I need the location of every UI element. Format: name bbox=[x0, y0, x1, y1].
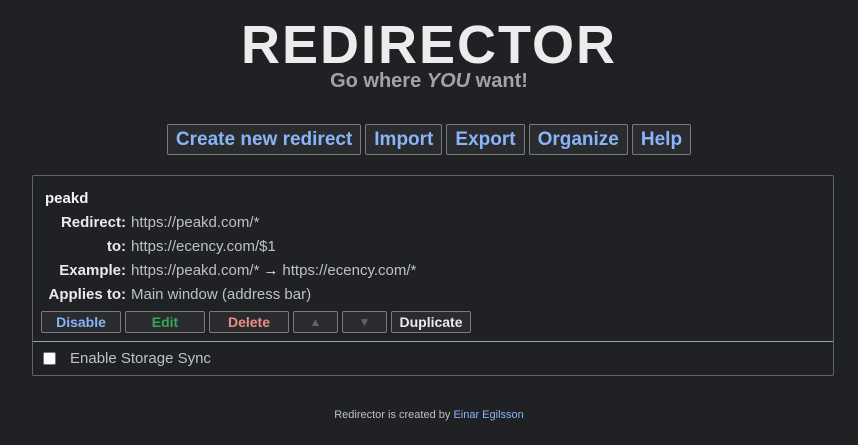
to-value: https://ecency.com/$1 bbox=[131, 238, 276, 255]
example-label: Example: bbox=[59, 262, 126, 279]
footer-text: Redirector is created by bbox=[334, 409, 454, 421]
chevron-up-icon: ▲ bbox=[309, 315, 322, 329]
applies-label: Applies to: bbox=[48, 286, 127, 303]
move-down-button[interactable]: ▼ bbox=[342, 311, 387, 333]
storage-sync-checkbox[interactable] bbox=[43, 352, 56, 365]
example-to: https://ecency.com/* bbox=[282, 262, 417, 279]
right-arrow-icon: → bbox=[263, 262, 279, 279]
storage-sync-label: Enable Storage Sync bbox=[70, 350, 211, 367]
delete-button[interactable]: Delete bbox=[209, 311, 289, 333]
author-link[interactable]: Einar Egilsson bbox=[453, 409, 523, 421]
redirect-value: https://peakd.com/* bbox=[131, 214, 260, 231]
tagline-pre: Go where bbox=[330, 70, 427, 92]
edit-button[interactable]: Edit bbox=[125, 311, 205, 333]
duplicate-button[interactable]: Duplicate bbox=[391, 311, 471, 333]
tagline: Go where YOU want! bbox=[0, 70, 858, 93]
applies-value: Main window (address bar) bbox=[131, 286, 312, 303]
redirect-label: Redirect: bbox=[60, 214, 126, 231]
example-value: https://peakd.com/* → https://ecency.com/* bbox=[131, 262, 416, 279]
redirect-actions: Disable Edit Delete ▲ ▼ Duplicate bbox=[41, 311, 471, 333]
create-new-redirect-button[interactable]: Create new redirect bbox=[166, 124, 362, 155]
storage-sync-option[interactable]: Enable Storage Sync bbox=[43, 350, 211, 367]
chevron-down-icon: ▼ bbox=[358, 315, 371, 329]
example-from: https://peakd.com/* bbox=[131, 262, 260, 279]
export-button[interactable]: Export bbox=[446, 124, 525, 155]
redirect-item: peakd Redirect: https://peakd.com/* to: … bbox=[33, 176, 833, 342]
import-button[interactable]: Import bbox=[365, 124, 443, 155]
disable-button[interactable]: Disable bbox=[41, 311, 121, 333]
help-button[interactable]: Help bbox=[631, 124, 692, 155]
app-logo: REDIRECTOR bbox=[240, 15, 618, 75]
to-label: to: bbox=[106, 238, 126, 255]
redirect-list: peakd Redirect: https://peakd.com/* to: … bbox=[32, 175, 834, 376]
tagline-emphasis: YOU bbox=[426, 70, 471, 92]
main-menu: Create new redirect Import Export Organi… bbox=[0, 124, 858, 155]
redirect-title: peakd bbox=[45, 190, 89, 207]
tagline-post: want! bbox=[470, 70, 528, 92]
move-up-button[interactable]: ▲ bbox=[293, 311, 338, 333]
footer: Redirector is created by Einar Egilsson bbox=[0, 409, 858, 421]
organize-button[interactable]: Organize bbox=[528, 124, 628, 155]
